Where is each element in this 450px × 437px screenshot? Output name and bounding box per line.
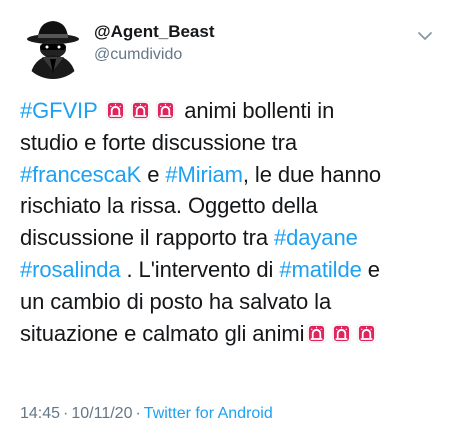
author-names: @Agent_Beast @cumdivido — [94, 21, 215, 66]
tweet-line: #GFVIP animi bollenti in — [20, 95, 440, 127]
police-siren-icon — [331, 323, 352, 344]
spy-agent-icon — [27, 21, 79, 79]
tweet-text-segment: animi bollenti in — [178, 98, 335, 123]
police-siren-icon — [130, 100, 151, 121]
tweet-line: situazione e calmato gli animi — [20, 318, 440, 350]
tweet-text-segment: , le due hanno — [242, 161, 381, 187]
police-siren-icon — [306, 323, 327, 344]
tweet-time[interactable]: 14:45 — [20, 405, 60, 422]
tweet-line: un cambio di posto ha salvato la — [20, 286, 440, 318]
tweet-line: studio e forte discussione tra — [20, 127, 440, 159]
display-name[interactable]: @Agent_Beast — [94, 21, 215, 43]
tweet-text-segment: . L'intervento di — [120, 256, 280, 282]
hashtag-link[interactable]: #dayane — [274, 225, 358, 250]
tweet-text-segment: e — [141, 161, 166, 187]
hashtag-link[interactable]: #francescaK — [20, 162, 141, 187]
hashtag-link[interactable]: #GFVIP — [20, 98, 97, 123]
tweet-line: #francescaK e #Miriam, le due hanno — [20, 159, 440, 191]
hashtag-link[interactable]: #Miriam — [165, 162, 243, 187]
tweet-text-segment: situazione e calmato gli animi — [20, 320, 305, 346]
hashtag-link[interactable]: #matilde — [279, 257, 361, 282]
tweet-line: #rosalinda . L'intervento di #matilde e — [20, 254, 440, 286]
police-siren-icon — [105, 100, 126, 121]
police-siren-icon — [155, 100, 176, 121]
meta-separator: · — [135, 405, 141, 422]
tweet-text-segment: studio e forte discussione tra — [20, 129, 298, 155]
tweet-line: discussione il rapporto tra #dayane — [20, 222, 440, 254]
tweet-text-segment: discussione il rapporto tra — [20, 225, 274, 251]
police-siren-icon — [356, 323, 377, 344]
tweet-text: #GFVIP animi bollenti in studio e forte … — [20, 95, 440, 349]
tweet-line: rischiato la rissa. Oggetto della — [20, 190, 440, 222]
user-handle[interactable]: @cumdivido — [94, 44, 215, 66]
avatar[interactable] — [20, 13, 86, 79]
meta-separator: · — [63, 405, 69, 422]
tweet-text-segment: rischiato la rissa. Oggetto della — [20, 193, 318, 219]
tweet-text-segment: un cambio di posto ha salvato la — [20, 288, 332, 314]
hashtag-link[interactable]: #rosalinda — [20, 257, 121, 282]
tweet-text-segment: e — [361, 256, 380, 282]
tweet-meta: 14:45 · 10/11/20 · Twitter for Android — [20, 403, 273, 425]
tweet-header: @Agent_Beast @cumdivido — [20, 13, 440, 83]
tweet-date[interactable]: 10/11/20 — [71, 405, 132, 422]
tweet-source-link[interactable]: Twitter for Android — [144, 405, 273, 422]
chevron-down-icon[interactable] — [416, 27, 434, 45]
